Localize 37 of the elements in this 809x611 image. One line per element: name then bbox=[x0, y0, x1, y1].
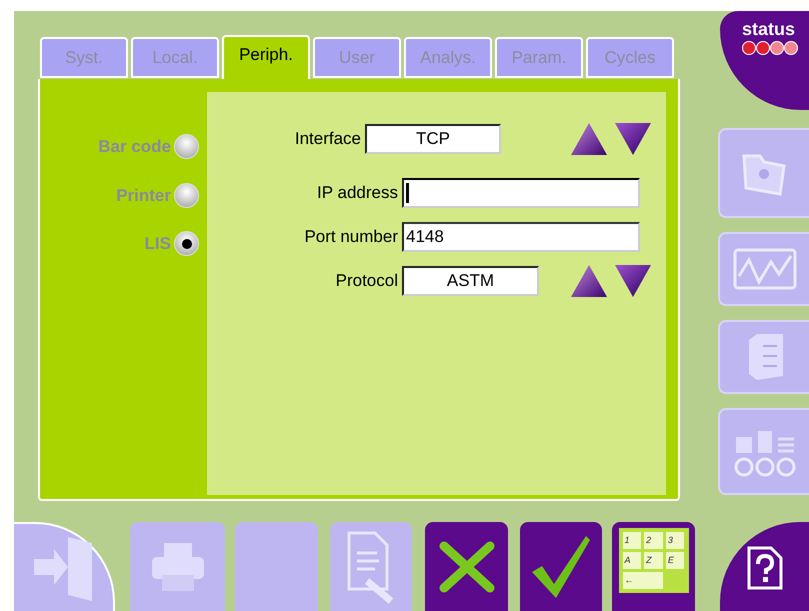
interface-field[interactable]: TCP bbox=[365, 124, 501, 154]
device-radio[interactable]: LIS bbox=[144, 231, 199, 256]
cancel-button[interactable] bbox=[425, 522, 508, 611]
keyboard-button[interactable]: 1 2 3 A Z E ← bbox=[612, 522, 695, 611]
input-field[interactable] bbox=[402, 178, 640, 208]
key-label: 1 bbox=[622, 532, 642, 549]
field-label: Protocol bbox=[334, 270, 399, 292]
tab[interactable]: Syst. bbox=[40, 37, 128, 78]
text-cursor bbox=[406, 183, 409, 203]
tab[interactable]: Param. bbox=[495, 37, 583, 78]
key-label: 3 bbox=[666, 532, 684, 549]
tab[interactable]: Analys. bbox=[404, 37, 492, 78]
key-label: ← bbox=[622, 572, 663, 589]
input-field[interactable]: 4148 bbox=[402, 222, 640, 252]
status-label: status bbox=[742, 19, 796, 39]
key-label: Z bbox=[644, 552, 663, 569]
key-label: A bbox=[622, 552, 642, 569]
key-label: E bbox=[666, 552, 684, 569]
up-arrow-icon[interactable] bbox=[570, 264, 608, 298]
tab[interactable]: Cycles bbox=[586, 37, 674, 78]
confirm-button[interactable] bbox=[520, 522, 602, 611]
down-arrow-icon[interactable] bbox=[614, 264, 652, 298]
field-label: Port number bbox=[303, 226, 399, 248]
protocol-field[interactable]: ASTM bbox=[402, 266, 539, 296]
device-radio[interactable]: Printer bbox=[116, 182, 199, 208]
up-arrow-icon[interactable] bbox=[570, 122, 608, 156]
down-arrow-icon[interactable] bbox=[614, 122, 652, 156]
tab[interactable]: Periph. bbox=[222, 35, 310, 79]
cross-icon bbox=[438, 540, 496, 594]
device-radio[interactable]: Bar code bbox=[98, 134, 199, 160]
tab[interactable]: User bbox=[313, 37, 401, 78]
printer-icon bbox=[150, 540, 206, 592]
chart-icon bbox=[732, 248, 796, 290]
tab[interactable]: Local. bbox=[131, 37, 219, 78]
field-label: Interface bbox=[294, 128, 362, 150]
field-label: IP address bbox=[316, 182, 399, 204]
key-label: 2 bbox=[644, 532, 663, 549]
